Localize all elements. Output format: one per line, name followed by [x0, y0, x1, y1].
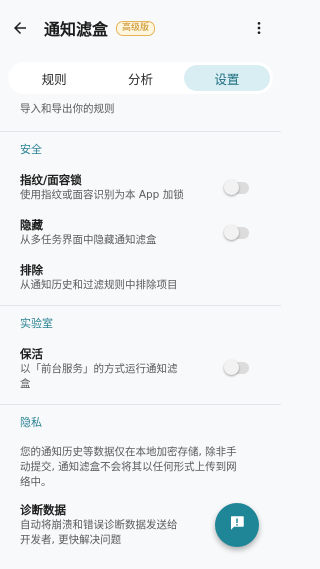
toggle-knob: [224, 360, 239, 375]
biometric-lock-toggle[interactable]: [224, 180, 249, 195]
divider: [0, 404, 281, 405]
privacy-note-line3: 络中。: [20, 476, 52, 488]
keepalive-item[interactable]: 保活 以「前台服务」的方式运行通知滤 盒: [0, 346, 281, 392]
section-header-lab: 实验室: [20, 317, 53, 330]
toggle-knob: [224, 225, 239, 240]
exclude-subtitle: 从通知历史和过滤规则中排除项目: [20, 279, 178, 291]
section-header-privacy: 隐私: [20, 416, 42, 429]
keepalive-subtitle-line2: 盒: [20, 378, 31, 390]
tab-settings[interactable]: 设置: [183, 65, 270, 91]
privacy-note-line2: 动提交, 通知滤盒不会将其以任何形式上传到网: [20, 461, 237, 473]
tab-rules[interactable]: 规则: [11, 65, 97, 91]
app-screen: 通知滤盒 高级版 规则 分析 设置 导入和导出你的规则 安全 指纹/面容锁 使用…: [0, 0, 281, 569]
section-header-security: 安全: [20, 143, 42, 156]
tab-bar: 规则 分析 设置: [8, 62, 273, 94]
feedback-fab[interactable]: [215, 503, 259, 547]
hide-toggle[interactable]: [224, 225, 249, 240]
privacy-note: 您的通知历史等数据仅在本地加密存储, 除非手 动提交, 通知滤盒不会将其以任何形…: [0, 445, 281, 490]
keepalive-toggle[interactable]: [224, 360, 249, 375]
exclude-title: 排除: [20, 263, 43, 277]
exclude-item[interactable]: 排除 从通知历史和过滤规则中排除项目: [0, 262, 281, 293]
divider: [0, 305, 281, 306]
more-vert-icon[interactable]: [247, 16, 271, 40]
privacy-note-line1: 您的通知历史等数据仅在本地加密存储, 除非手: [20, 446, 237, 458]
biometric-lock-item[interactable]: 指纹/面容锁 使用指纹或面容识别为本 App 加锁: [0, 172, 281, 203]
back-arrow-icon[interactable]: [8, 16, 32, 40]
settings-list: 导入和导出你的规则 安全 指纹/面容锁 使用指纹或面容识别为本 App 加锁 隐…: [0, 94, 281, 548]
tab-analysis[interactable]: 分析: [97, 65, 183, 91]
toggle-knob: [224, 180, 239, 195]
hide-item[interactable]: 隐藏 从多任务界面中隐藏通知滤盒: [0, 217, 281, 248]
divider: [0, 131, 281, 132]
import-export-subtitle: 导入和导出你的规则: [20, 103, 115, 115]
import-export-item[interactable]: 导入和导出你的规则: [0, 102, 281, 117]
premium-badge: 高级版: [116, 20, 156, 36]
feedback-icon: [228, 514, 246, 536]
page-title: 通知滤盒: [44, 20, 109, 39]
app-bar: 通知滤盒 高级版: [0, 0, 281, 56]
